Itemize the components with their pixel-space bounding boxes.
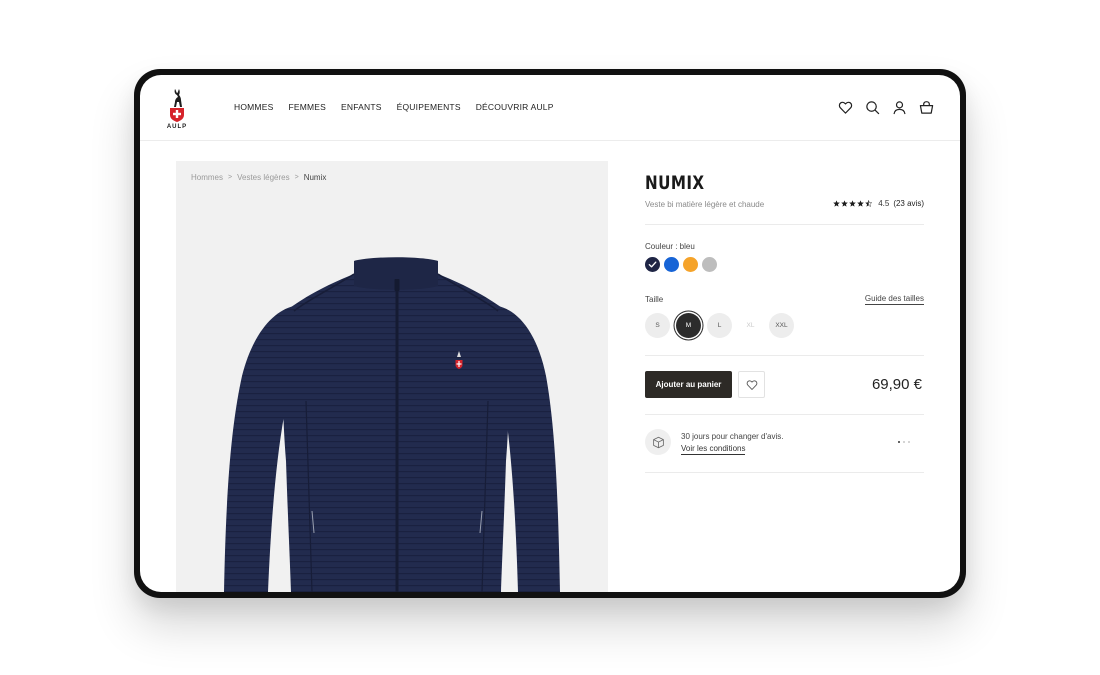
tablet-screen: AULP HOMMES FEMMES ENFANTS ÉQUIPEMENTS D… xyxy=(140,75,960,592)
carousel-dot[interactable] xyxy=(908,441,910,443)
product-rating[interactable]: 4.5 (23 avis) xyxy=(833,199,924,208)
color-label: Couleur : bleu xyxy=(645,242,695,251)
site-header: AULP HOMMES FEMMES ENFANTS ÉQUIPEMENTS D… xyxy=(140,75,960,141)
star-icon xyxy=(857,200,864,207)
product-info: NUMIX Veste bi matière légère et chaude … xyxy=(645,161,924,473)
brand-logo[interactable]: AULP xyxy=(160,87,194,135)
breadcrumb-vestes-legeres[interactable]: Vestes légères xyxy=(237,173,289,182)
heart-icon[interactable] xyxy=(838,100,853,115)
size-option-m[interactable]: M xyxy=(676,313,701,338)
carousel-dots xyxy=(898,441,910,443)
chamois-shield-icon xyxy=(170,89,184,122)
nav-item-decouvrir[interactable]: DÉCOUVRIR AULP xyxy=(476,102,554,112)
product-subtitle-row: Veste bi matière légère et chaude 4.5 (2… xyxy=(645,198,924,212)
breadcrumb-current: Numix xyxy=(303,173,327,182)
breadcrumb-hommes[interactable]: Hommes xyxy=(191,173,223,182)
star-icon xyxy=(833,200,840,207)
nav-item-equipements[interactable]: ÉQUIPEMENTS xyxy=(397,102,461,112)
swatch-grey[interactable] xyxy=(702,257,717,272)
carousel-dot[interactable] xyxy=(903,441,905,443)
basket-icon[interactable] xyxy=(919,100,934,115)
star-icon xyxy=(849,200,856,207)
size-guide-link[interactable]: Guide des tailles xyxy=(864,294,924,305)
carousel-dot[interactable] xyxy=(898,441,900,443)
divider xyxy=(645,472,924,473)
promo-carousel: 30 jours pour changer d'avis. Voir les c… xyxy=(645,415,924,472)
nav-item-enfants[interactable]: ENFANTS xyxy=(341,102,382,112)
star-icon xyxy=(841,200,848,207)
swatch-navy[interactable] xyxy=(645,257,660,272)
wishlist-button[interactable] xyxy=(738,371,765,398)
size-option-s[interactable]: S xyxy=(645,313,670,338)
divider xyxy=(645,224,924,225)
user-icon[interactable] xyxy=(892,100,907,115)
product-title: NUMIX xyxy=(645,173,705,194)
swatch-orange[interactable] xyxy=(683,257,698,272)
breadcrumb-separator: > xyxy=(294,174,299,181)
box-icon xyxy=(645,429,671,455)
add-to-cart-button[interactable]: Ajouter au panier xyxy=(645,371,732,398)
size-option-l[interactable]: L xyxy=(707,313,732,338)
page-background: AULP HOMMES FEMMES ENFANTS ÉQUIPEMENTS D… xyxy=(0,0,1100,675)
half-star-icon xyxy=(865,200,873,207)
product-image-panel: Hommes > Vestes légères > Numix xyxy=(176,161,608,592)
main-nav: HOMMES FEMMES ENFANTS ÉQUIPEMENTS DÉCOUV… xyxy=(234,102,554,112)
rating-count: (23 avis) xyxy=(893,199,924,208)
header-actions xyxy=(838,100,934,115)
tablet-frame: AULP HOMMES FEMMES ENFANTS ÉQUIPEMENTS D… xyxy=(134,69,966,598)
search-icon[interactable] xyxy=(865,100,880,115)
color-swatches xyxy=(645,257,924,272)
product-subtitle: Veste bi matière légère et chaude xyxy=(645,200,765,209)
heart-icon xyxy=(746,379,757,390)
nav-item-femmes[interactable]: FEMMES xyxy=(288,102,326,112)
promo-conditions-link[interactable]: Voir les conditions xyxy=(681,444,746,455)
check-icon xyxy=(648,261,657,268)
rating-score: 4.5 xyxy=(878,199,890,208)
rating-stars xyxy=(833,200,873,207)
breadcrumb: Hommes > Vestes légères > Numix xyxy=(191,173,326,182)
size-option-xl: XL xyxy=(746,322,755,329)
size-options: S M L XL XXL xyxy=(645,313,924,338)
swatch-blue[interactable] xyxy=(664,257,679,272)
product-price: 69,90 € xyxy=(871,376,922,393)
product-jacket-image xyxy=(224,257,560,592)
nav-item-hommes[interactable]: HOMMES xyxy=(234,102,273,112)
promo-text: 30 jours pour changer d'avis. xyxy=(681,432,784,441)
size-header: Taille Guide des tailles xyxy=(645,294,924,308)
purchase-row: Ajouter au panier 69,90 € xyxy=(645,356,924,414)
brand-logo-text: AULP xyxy=(166,124,188,130)
breadcrumb-separator: > xyxy=(228,174,233,181)
size-label: Taille xyxy=(645,295,664,304)
size-option-xxl[interactable]: XXL xyxy=(769,313,794,338)
